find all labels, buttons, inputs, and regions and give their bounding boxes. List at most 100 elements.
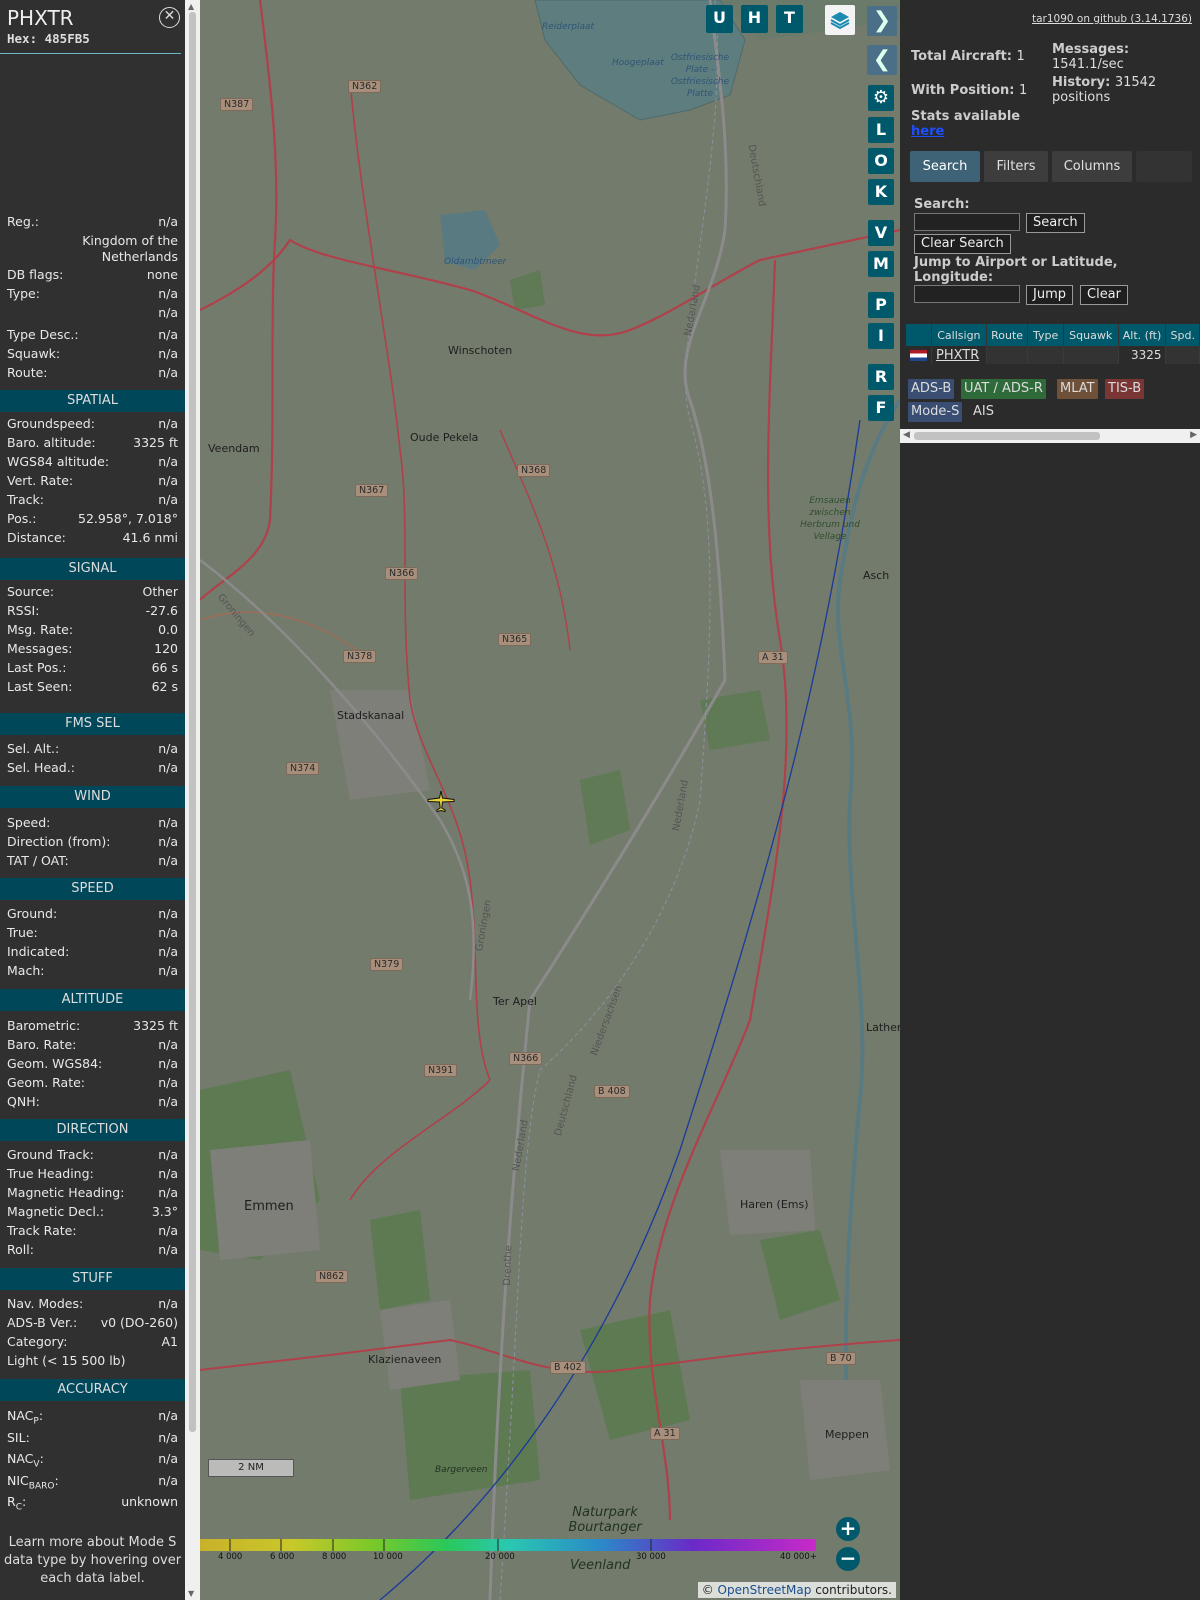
altitude-legend-label: 20 000 xyxy=(485,1552,515,1562)
gear-icon[interactable]: ⚙ xyxy=(868,85,894,111)
toolbar-button-u[interactable]: U xyxy=(706,5,733,33)
github-link[interactable]: tar1090 on github (3.14.1736) xyxy=(1032,13,1192,25)
toolbar-button-v[interactable]: V xyxy=(868,220,894,246)
tab-filters[interactable]: Filters xyxy=(984,151,1048,182)
map-view[interactable]: Reiderplaat Hoogeplaat Ostfriesische Pla… xyxy=(200,0,900,1600)
messages-value: 1541.1/sec xyxy=(1052,57,1124,72)
col-callsign[interactable]: Callsign xyxy=(931,324,987,346)
speed-label: Mach: xyxy=(7,963,45,978)
toolbar-button-o[interactable]: O xyxy=(868,148,894,174)
jump-input[interactable] xyxy=(914,285,1020,303)
col-route[interactable]: Route xyxy=(986,324,1029,346)
zoom-out-button[interactable]: − xyxy=(836,1547,860,1571)
learn-more-text: Learn more about Mode S data type by hov… xyxy=(3,1535,182,1586)
aircraft-table: Callsign Route Type Squawk Alt. (ft) Spd… xyxy=(906,324,1200,364)
total-aircraft: Total Aircraft: 1 xyxy=(911,49,1025,64)
direction-row: Roll: n/a xyxy=(7,1242,178,1261)
wind-row: TAT / OAT: n/a xyxy=(7,853,178,872)
messages-label: Messages: xyxy=(1052,42,1130,57)
accuracy-value: n/a xyxy=(158,1429,178,1445)
stats-link[interactable]: here xyxy=(911,124,1020,139)
road-n365: N365 xyxy=(498,633,532,646)
altitude-row: QNH: n/a xyxy=(7,1094,178,1113)
toolbar-button-i[interactable]: I xyxy=(868,323,894,349)
stats-available: Stats available here xyxy=(911,109,1020,139)
place-lathen: Lathen xyxy=(866,1021,900,1034)
type-row-2: n/a xyxy=(7,305,178,324)
direction-label: Magnetic Heading: xyxy=(7,1185,125,1200)
zoom-in-button[interactable]: + xyxy=(836,1517,860,1541)
stuff-row: Light (< 15 500 lb) xyxy=(7,1353,178,1372)
table-scrollbar[interactable]: ◀ ▶ xyxy=(900,429,1200,443)
table-row[interactable]: PHXTR 3325 xyxy=(906,346,1200,364)
hscroll-thumb[interactable] xyxy=(914,432,1100,440)
toolbar-button-k[interactable]: K xyxy=(868,179,894,205)
toolbar-button-t[interactable]: T xyxy=(776,5,803,33)
altitude-value: n/a xyxy=(158,1037,178,1052)
stuff-label: Light (< 15 500 lb) xyxy=(7,1353,126,1368)
legend-tisb[interactable]: TIS-B xyxy=(1105,379,1145,399)
layers-icon[interactable] xyxy=(825,5,855,35)
row-callsign[interactable]: PHXTR xyxy=(931,346,987,364)
spatial-value: 41.6 nmi xyxy=(122,530,178,545)
scroll-left-icon[interactable]: ◀ xyxy=(903,430,910,440)
tab-columns[interactable]: Columns xyxy=(1052,151,1132,182)
close-icon[interactable]: ✕ xyxy=(159,7,180,28)
legend-ais[interactable]: AIS xyxy=(970,402,997,422)
toolbar-button-p[interactable]: P xyxy=(868,292,894,318)
search-input[interactable] xyxy=(914,213,1020,231)
chevron-right-icon[interactable]: ❯ xyxy=(867,6,897,36)
fms-label: Sel. Head.: xyxy=(7,760,75,775)
toolbar-button-r[interactable]: R xyxy=(868,364,894,390)
search-button[interactable]: Search xyxy=(1026,213,1085,233)
row-squawk xyxy=(1063,346,1119,364)
toolbar-button-f[interactable]: F xyxy=(868,395,894,421)
spatial-label: Groundspeed: xyxy=(7,416,95,431)
clear-button[interactable]: Clear xyxy=(1080,285,1128,305)
toolbar-button-h[interactable]: H xyxy=(741,5,768,33)
stuff-label: Nav. Modes: xyxy=(7,1296,84,1311)
place-ostfriesische: Ostfriesische Plate - Ostfriesische Plat… xyxy=(670,53,730,99)
speed-row: Ground: n/a xyxy=(7,906,178,925)
legend-modes[interactable]: Mode-S xyxy=(908,402,963,422)
place-haren: Haren (Ems) xyxy=(740,1198,809,1211)
spatial-row: Baro. altitude: 3325 ft xyxy=(7,435,178,454)
fms-value: n/a xyxy=(158,741,178,756)
scroll-right-icon[interactable]: ▶ xyxy=(1190,430,1197,440)
scroll-down-icon[interactable]: ▼ xyxy=(188,1589,194,1598)
toolbar-button-m[interactable]: M xyxy=(868,251,894,277)
col-squawk[interactable]: Squawk xyxy=(1063,324,1119,346)
scroll-up-icon[interactable]: ▲ xyxy=(188,2,194,11)
chevron-left-icon[interactable]: ❮ xyxy=(867,45,897,75)
tab-search[interactable]: Search xyxy=(910,151,980,182)
legend-mlat[interactable]: MLAT xyxy=(1057,379,1098,399)
accuracy-label-sub: BARO xyxy=(28,1481,55,1491)
road-n368: N368 xyxy=(517,464,551,477)
tab-empty xyxy=(1136,151,1192,182)
osm-link[interactable]: OpenStreetMap xyxy=(718,1583,812,1597)
jump-button[interactable]: Jump xyxy=(1026,285,1073,305)
altitude-label: Baro. Rate: xyxy=(7,1037,77,1052)
clear-search-button[interactable]: Clear Search xyxy=(914,234,1011,254)
scrollbar-thumb[interactable] xyxy=(189,12,196,1432)
squawk-row: Squawk: n/a xyxy=(7,346,178,365)
wind-value: n/a xyxy=(158,834,178,849)
altitude-legend-label: 4 000 xyxy=(218,1552,243,1562)
road-n379: N379 xyxy=(370,958,404,971)
section-direction: DIRECTION xyxy=(0,1119,185,1141)
place-oldambtmeer: Oldambtmeer xyxy=(444,257,507,267)
info-scrollbar[interactable]: ▲ ▼ xyxy=(185,0,200,1600)
legend-uat[interactable]: UAT / ADS-R xyxy=(961,379,1046,399)
typedesc-value: n/a xyxy=(158,327,178,342)
road-a31-b: A 31 xyxy=(650,1427,680,1440)
speed-value: n/a xyxy=(158,963,178,978)
toolbar-button-l[interactable]: L xyxy=(868,117,894,143)
col-type[interactable]: Type xyxy=(1027,324,1064,346)
squawk-value: n/a xyxy=(158,346,178,361)
col-spd[interactable]: Spd. xyxy=(1165,324,1200,346)
legend-adsb[interactable]: ADS-B xyxy=(908,379,955,399)
col-alt[interactable]: Alt. (ft) xyxy=(1118,324,1167,346)
spatial-label: Vert. Rate: xyxy=(7,473,74,488)
signal-value: 120 xyxy=(154,641,178,656)
airplane-icon[interactable] xyxy=(427,789,455,813)
